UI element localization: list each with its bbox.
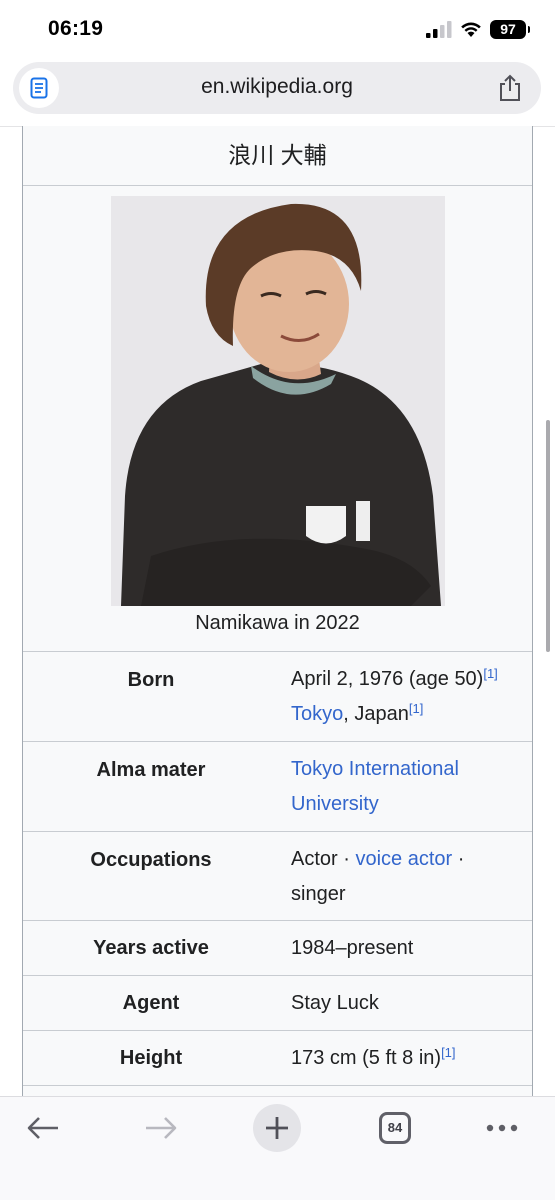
bottom-toolbar: 84: [0, 1096, 555, 1200]
voice-actor-link[interactable]: voice actor: [355, 848, 452, 870]
row-alma-mater: Alma mater Tokyo International Universit…: [23, 741, 532, 831]
university-link-line1[interactable]: Tokyo International: [291, 758, 459, 780]
photo-caption: Namikawa in 2022: [195, 612, 360, 634]
row-years-active: Years active 1984–present: [23, 920, 532, 975]
infobox: 浪川 大輔 Namikawa in 2022 Born April 2, 197…: [22, 126, 533, 1101]
new-tab-button[interactable]: [252, 1104, 302, 1152]
row-agent: Agent Stay Luck: [23, 975, 532, 1030]
occupation-singer: singer: [291, 883, 346, 905]
value-height: 173 cm (5 ft 8 in)[1]: [291, 1041, 527, 1076]
forward-icon: [146, 1117, 177, 1139]
row-born: Born April 2, 1976 (age 50)[1] Tokyo, Ja…: [23, 651, 532, 741]
separator: ·: [337, 848, 356, 870]
occupation-actor: Actor: [291, 848, 338, 870]
label-occupations: Occupations: [90, 849, 212, 871]
value-occupations: Actor · voice actor · singer: [291, 842, 527, 912]
forward-button[interactable]: [140, 1105, 182, 1151]
back-icon: [27, 1117, 58, 1139]
born-place-rest: , Japan: [343, 703, 409, 725]
address-bar[interactable]: en.wikipedia.org: [13, 62, 541, 114]
wifi-icon: [461, 22, 481, 37]
value-born: April 2, 1976 (age 50)[1] Tokyo, Japan[1…: [291, 662, 527, 732]
label-born: Born: [127, 669, 175, 691]
more-icon: [486, 1124, 518, 1132]
status-time: 06:19: [48, 17, 104, 40]
separator: ·: [452, 848, 465, 870]
born-date: April 2, 1976 (age 50): [291, 668, 484, 690]
battery-icon: 97: [490, 20, 530, 39]
tokyo-link[interactable]: Tokyo: [291, 703, 343, 725]
value-alma-mater: Tokyo International University: [291, 752, 527, 822]
label-height: Height: [119, 1047, 183, 1069]
label-years-active: Years active: [93, 937, 209, 959]
ref-link[interactable]: [1]: [483, 666, 497, 681]
scrollbar[interactable]: [546, 420, 550, 652]
label-alma-mater: Alma mater: [96, 759, 206, 781]
row-occupations: Occupations Actor · voice actor · singer: [23, 831, 532, 920]
status-bar: 06:19 97: [0, 0, 555, 60]
row-height: Height 173 cm (5 ft 8 in)[1]: [23, 1030, 532, 1085]
url-text[interactable]: en.wikipedia.org: [13, 75, 541, 99]
label-agent: Agent: [122, 992, 180, 1014]
value-years-active: 1984–present: [291, 937, 414, 959]
share-icon[interactable]: [497, 74, 523, 102]
tabs-icon: 84: [379, 1112, 411, 1144]
ref-link[interactable]: [1]: [409, 701, 423, 716]
infobox-title: 浪川 大輔: [23, 126, 532, 186]
person-photo[interactable]: [111, 196, 445, 606]
value-agent: Stay Luck: [291, 992, 379, 1014]
signal-icon: [426, 21, 452, 38]
height-value: 173 cm (5 ft 8 in): [291, 1047, 442, 1069]
more-button[interactable]: [484, 1105, 520, 1151]
plus-icon: [266, 1117, 288, 1139]
ref-link[interactable]: [1]: [441, 1045, 455, 1060]
university-link-line2[interactable]: University: [291, 793, 379, 815]
back-button[interactable]: [22, 1105, 64, 1151]
tabs-button[interactable]: 84: [377, 1105, 413, 1151]
